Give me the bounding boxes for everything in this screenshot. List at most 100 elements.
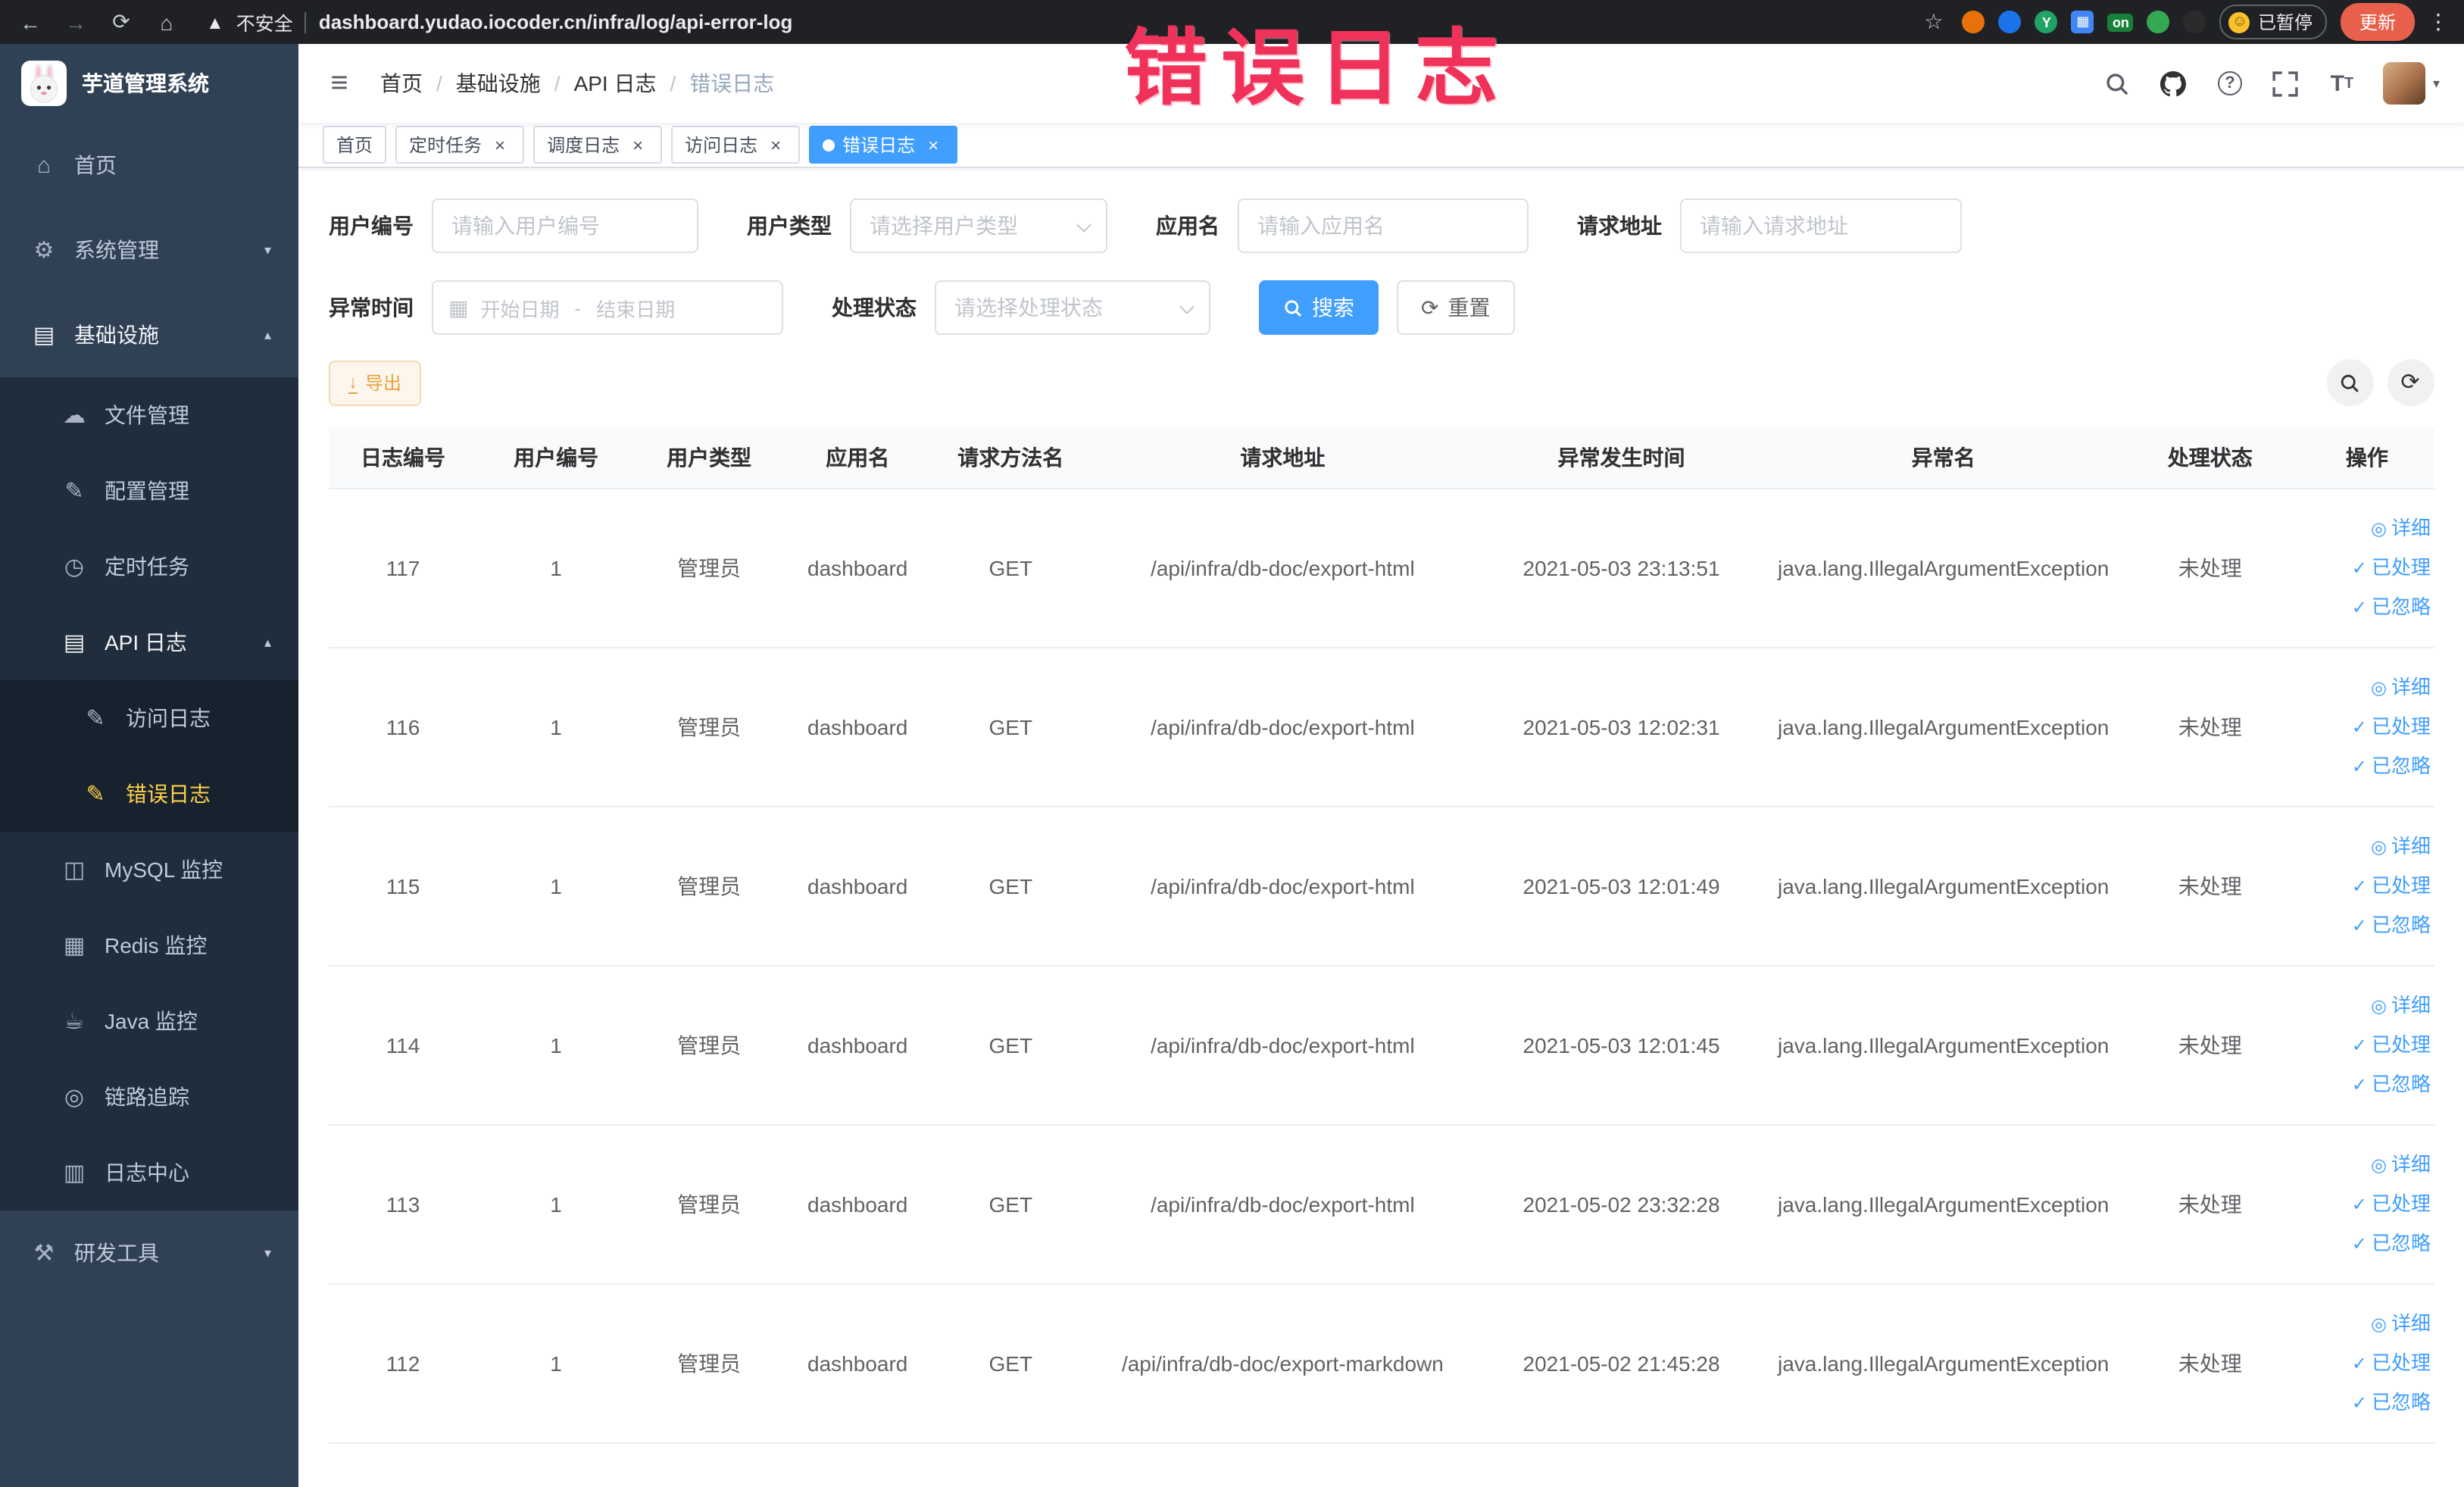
page-content: 用户编号 用户类型 请选择用户类型 应用名 <box>298 168 2464 1487</box>
detail-link[interactable]: ◎ 详细 <box>2300 826 2431 866</box>
reset-button[interactable]: ⟳ 重置 <box>1397 280 1515 335</box>
sidebar-item-dev-tools[interactable]: ⚒ 研发工具 ▾ <box>0 1211 298 1295</box>
mark-processed-link[interactable]: ✓ 已处理 <box>2300 866 2431 905</box>
detail-link[interactable]: ◎ 详细 <box>2300 1145 2431 1184</box>
mark-ignored-link[interactable]: ✓ 已忽略 <box>2300 905 2431 945</box>
app-logo[interactable]: 芋道管理系统 <box>0 44 298 123</box>
sidebar-item-scheduled-job[interactable]: ◷ 定时任务 <box>0 529 298 604</box>
browser-update-button[interactable]: 更新 <box>2341 3 2414 41</box>
sidebar-item-trace[interactable]: ◎ 链路追踪 <box>0 1059 298 1135</box>
sidebar-item-label: 配置管理 <box>105 479 189 503</box>
close-icon[interactable]: × <box>923 134 944 155</box>
help-icon[interactable]: ? <box>2215 68 2245 98</box>
date-range-picker[interactable]: ▦ 开始日期 - 结束日期 <box>432 280 783 335</box>
sidebar-item-config-manage[interactable]: ✎ 配置管理 <box>0 453 298 529</box>
fullscreen-icon[interactable] <box>2271 68 2301 98</box>
mark-processed-link[interactable]: ✓ 已处理 <box>2300 1025 2431 1064</box>
chevron-down-icon: ▾ <box>264 242 271 257</box>
browser-home-icon[interactable]: ⌂ <box>151 7 182 37</box>
mark-ignored-link[interactable]: ✓ 已忽略 <box>2300 1064 2431 1104</box>
mark-processed-link[interactable]: ✓ 已处理 <box>2300 707 2431 746</box>
cell-method: GET <box>932 1283 1090 1443</box>
extension-paw-icon[interactable] <box>2183 11 2206 33</box>
user-type-select[interactable]: 请选择用户类型 <box>850 198 1107 253</box>
sidebar-item-mysql-monitor[interactable]: ◫ MySQL 监控 <box>0 832 298 908</box>
column-header: 应用名 <box>783 427 932 489</box>
cell-log-id: 116 <box>329 647 478 807</box>
browser-reload-icon[interactable]: ⟳ <box>106 7 136 37</box>
close-icon[interactable]: × <box>765 134 786 155</box>
detail-link[interactable]: ◎ 详细 <box>2300 508 2431 548</box>
filter-app-name: 应用名 <box>1156 198 1529 253</box>
sidebar-item-system[interactable]: ⚙ 系统管理 ▾ <box>0 208 298 292</box>
close-icon[interactable]: × <box>627 134 648 155</box>
mark-ignored-link[interactable]: ✓ 已忽略 <box>2300 746 2431 786</box>
home-icon: ⌂ <box>36 152 52 178</box>
extension-icon[interactable]: ▦ <box>2071 11 2094 33</box>
sidebar-item-home[interactable]: ⌂ 首页 <box>0 123 298 208</box>
table-header-row: 日志编号 用户编号 用户类型 应用名 请求方法名 请求地址 异常发生时间 异常名 处理状态 操作 <box>329 427 2434 489</box>
mark-processed-link[interactable]: ✓ 已处理 <box>2300 1343 2431 1382</box>
extension-icon[interactable] <box>2147 11 2170 33</box>
detail-link[interactable]: ◎ 详细 <box>2300 986 2431 1025</box>
browser-back-icon[interactable]: ← <box>15 7 45 37</box>
user-id-input[interactable] <box>432 198 698 253</box>
close-icon[interactable]: × <box>489 134 511 155</box>
mark-ignored-link[interactable]: ✓ 已忽略 <box>2300 587 2431 626</box>
mark-ignored-link[interactable]: ✓ 已忽略 <box>2300 1382 2431 1422</box>
view-tab[interactable]: 首页 <box>323 126 387 164</box>
cell-exception-time: 2021-05-02 23:32:28 <box>1476 1124 1767 1284</box>
github-icon[interactable] <box>2159 68 2189 98</box>
browser-forward-icon[interactable]: → <box>61 7 91 37</box>
request-url-input[interactable] <box>1680 198 1962 253</box>
refresh-table-button[interactable]: ⟳ <box>2387 359 2434 406</box>
user-menu[interactable]: ▾ <box>2382 62 2440 105</box>
mark-ignored-link[interactable]: ✓ 已忽略 <box>2300 1223 2431 1263</box>
sidebar-item-access-log[interactable]: ✎ 访问日志 <box>0 680 298 756</box>
view-tab[interactable]: 调度日志 × <box>533 126 663 164</box>
cell-process-status: 未处理 <box>2119 806 2300 966</box>
chevron-down-icon <box>1179 299 1195 314</box>
breadcrumb-item[interactable]: 首页 <box>380 68 423 98</box>
detail-link[interactable]: ◎ 详细 <box>2300 667 2431 707</box>
view-tab[interactable]: 定时任务 × <box>395 126 525 164</box>
app-name-input[interactable] <box>1238 198 1529 253</box>
sidebar-toggle-icon[interactable]: ≡ <box>323 66 356 100</box>
cell-user-type: 管理员 <box>635 647 784 807</box>
detail-link[interactable]: ◎ 详细 <box>2300 1304 2431 1343</box>
view-tab[interactable]: 错误日志 × <box>809 126 958 164</box>
refresh-icon: ⟳ <box>1421 295 1439 320</box>
cell-actions: ◎ 详细 ✓ 已处理 ✓ 已忽略 <box>2300 647 2434 807</box>
export-button[interactable]: ↓ 导出 <box>329 360 422 405</box>
sidebar-item-java-monitor[interactable]: ☕ Java 监控 <box>0 983 298 1059</box>
view-tab[interactable]: 访问日志 × <box>671 126 801 164</box>
mark-processed-link[interactable]: ✓ 已处理 <box>2300 1184 2431 1223</box>
sidebar-item-redis-monitor[interactable]: ▦ Redis 监控 <box>0 908 298 983</box>
address-bar[interactable]: ▲ 不安全 dashboard.yudao.iocoder.cn/infra/l… <box>206 8 1903 36</box>
sidebar-item-api-log[interactable]: ▤ API 日志 ▴ <box>0 604 298 680</box>
search-button[interactable]: 搜索 <box>1259 280 1379 335</box>
process-status-select[interactable]: 请选择处理状态 <box>935 280 1210 335</box>
sidebar-item-error-log[interactable]: ✎ 错误日志 <box>0 756 298 832</box>
search-icon[interactable] <box>2103 68 2133 98</box>
bookmark-star-icon[interactable]: ☆ <box>1919 7 1949 37</box>
sidebar-item-label: 研发工具 <box>74 1241 159 1265</box>
extension-icon[interactable] <box>1998 11 2022 33</box>
mark-processed-link[interactable]: ✓ 已处理 <box>2300 548 2431 587</box>
sidebar-item-infra[interactable]: ▤ 基础设施 ▴ <box>0 292 298 377</box>
breadcrumb-item[interactable]: 基础设施 <box>456 68 541 98</box>
extension-icon[interactable] <box>1962 11 1985 33</box>
toggle-search-button[interactable] <box>2326 359 2373 406</box>
extension-icon[interactable]: Y <box>2035 11 2058 33</box>
browser-menu-icon[interactable]: ⋮ <box>2428 9 2449 35</box>
table-body: 117 1 管理员 dashboard GET /api/infra/db-do… <box>329 488 2434 1443</box>
browser-toolbar: ← → ⟳ ⌂ ▲ 不安全 dashboard.yudao.iocoder.cn… <box>0 0 2464 44</box>
breadcrumb-item[interactable]: API 日志 <box>574 68 657 98</box>
sidebar-item-label: Redis 监控 <box>105 933 208 957</box>
sidebar-item-log-center[interactable]: ▥ 日志中心 <box>0 1135 298 1211</box>
paused-badge[interactable]: ☺ 已暂停 <box>2219 5 2328 39</box>
sidebar-item-file-manage[interactable]: ☁ 文件管理 <box>0 377 298 453</box>
font-size-icon[interactable]: TT <box>2327 68 2357 98</box>
table-row: 115 1 管理员 dashboard GET /api/infra/db-do… <box>329 806 2434 966</box>
extension-on-badge[interactable]: on <box>2107 13 2134 31</box>
